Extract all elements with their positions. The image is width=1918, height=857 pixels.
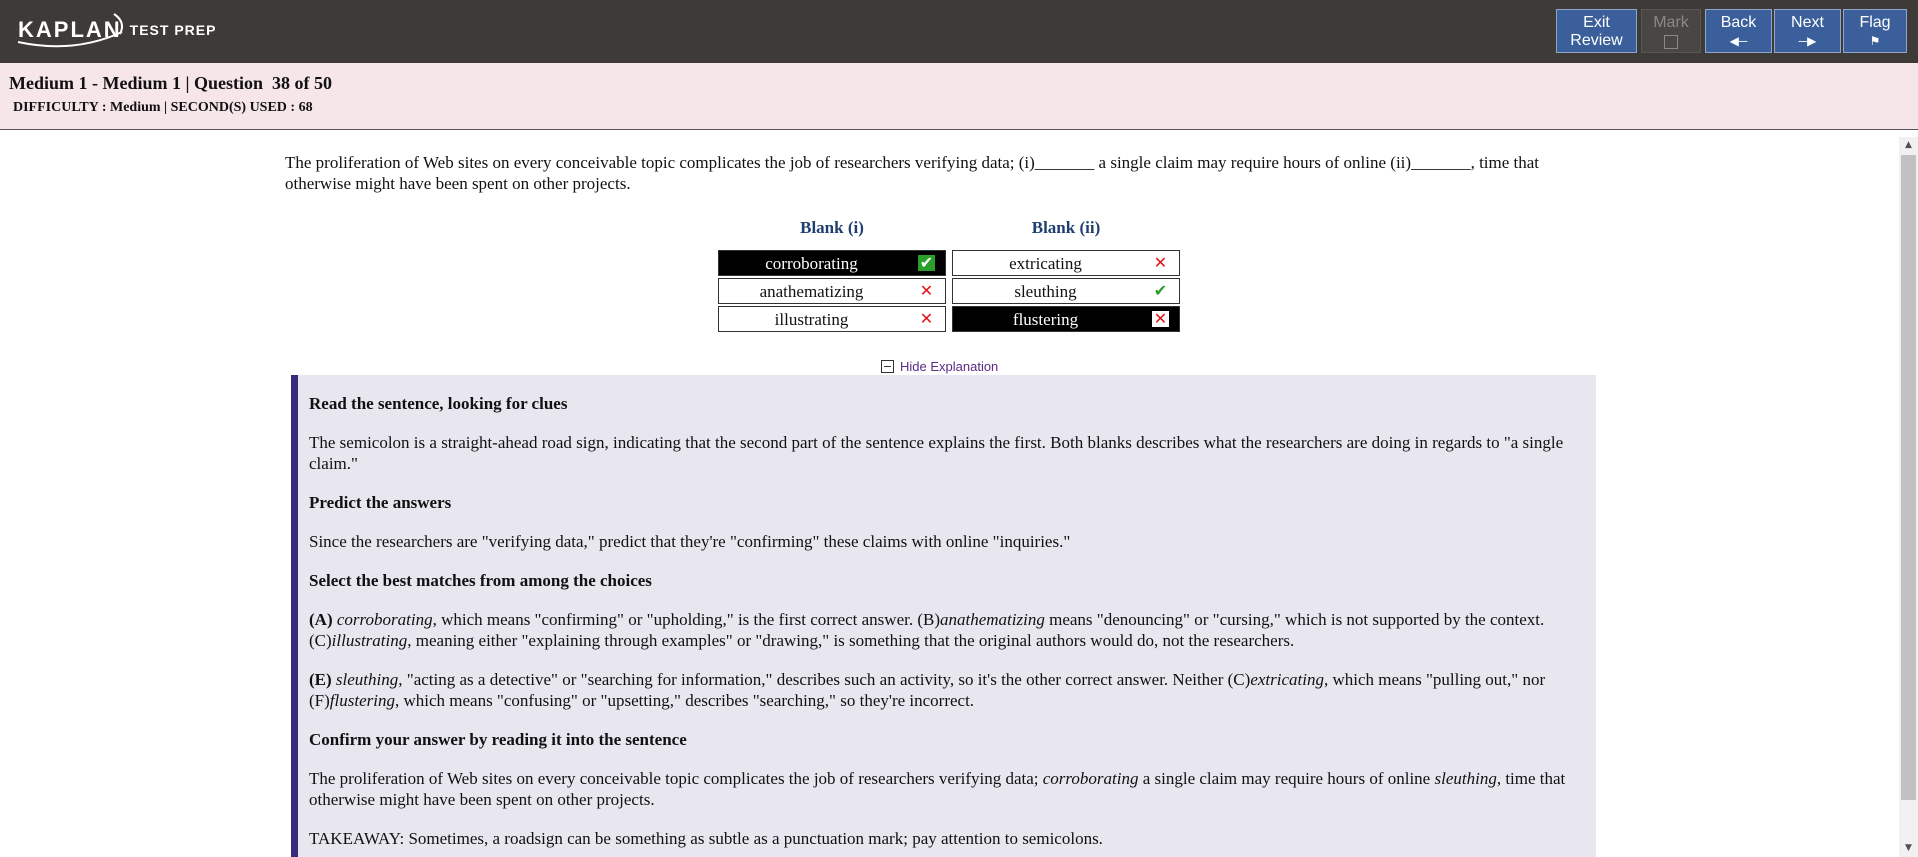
- hide-explanation-link[interactable]: Hide Explanation: [881, 359, 998, 374]
- arrow-right-icon: ─▶: [1798, 34, 1817, 48]
- explanation-paragraph-5: The proliferation of Web sites on every …: [309, 768, 1584, 810]
- back-button[interactable]: Back ◀─: [1705, 9, 1772, 53]
- choice-label: illustrating: [774, 310, 849, 329]
- mark-label: Mark: [1653, 14, 1689, 31]
- mark-checkbox-icon: [1664, 35, 1678, 49]
- term: sleuthing: [335, 670, 399, 689]
- text: The proliferation of Web sites on every …: [309, 769, 1043, 788]
- top-toolbar: KAPLAN TEST PREP Exit Review Mark Back ◀…: [0, 0, 1918, 63]
- back-label: Back: [1720, 14, 1757, 31]
- explanation-paragraph-2: Since the researchers are "verifying dat…: [309, 532, 1071, 551]
- question-title: Medium 1 - Medium 1 | Question 38 of 50: [9, 73, 332, 93]
- incorrect-x-icon: ✕: [919, 281, 934, 300]
- term: anathematizing: [940, 610, 1045, 629]
- question-meta: DIFFICULTY : Medium | SECOND(S) USED : 6…: [13, 100, 313, 115]
- choice-label: extricating: [1009, 254, 1082, 273]
- incorrect-x-icon: ✕: [1152, 309, 1169, 328]
- choice-label: anathematizing: [759, 282, 864, 301]
- scroll-up-arrow-icon[interactable]: ▲: [1899, 137, 1918, 154]
- scroll-thumb[interactable]: [1901, 155, 1916, 800]
- text: , meaning either "explaining through exa…: [407, 631, 1295, 650]
- text: , which means "confusing" or "upsetting,…: [394, 691, 975, 710]
- term: flustering: [329, 691, 395, 710]
- text: , which means "confirming" or "upholding…: [432, 610, 940, 629]
- mark-button[interactable]: Mark: [1641, 9, 1701, 53]
- kaplan-logo: KAPLAN TEST PREP: [17, 12, 217, 48]
- blank-i-choice-corroborating[interactable]: corroborating ✔: [718, 250, 946, 276]
- arrow-left-icon: ◀─: [1729, 34, 1748, 48]
- logo-subtitle: TEST PREP: [129, 22, 217, 38]
- flag-label: Flag: [1859, 14, 1891, 31]
- explanation-heading-4: Confirm your answer by reading it into t…: [309, 730, 687, 749]
- vertical-scrollbar[interactable]: ▲ ▼: [1899, 137, 1918, 857]
- term: illustrating: [331, 631, 408, 650]
- blank-i-header: Blank (i): [800, 218, 864, 237]
- collapse-minus-icon: [881, 360, 894, 373]
- takeaway: TAKEAWAY: Sometimes, a roadsign can be s…: [309, 829, 1103, 848]
- flag-icon: ⚑: [1869, 34, 1881, 48]
- incorrect-x-icon: ✕: [919, 309, 934, 328]
- explanation-heading-1: Read the sentence, looking for clues: [309, 394, 568, 413]
- blank-ii-header: Blank (ii): [1031, 218, 1101, 237]
- text: , "acting as a detective" or "searching …: [398, 670, 1251, 689]
- question-stem: The proliferation of Web sites on every …: [285, 153, 1540, 193]
- choice-label: flustering: [1012, 310, 1079, 329]
- term: corroborating: [1042, 769, 1139, 788]
- correct-check-icon: ✔: [1153, 281, 1168, 300]
- answer-label: (E): [309, 670, 332, 689]
- answer-label: (A): [309, 610, 333, 629]
- blank-ii-choice-sleuthing[interactable]: sleuthing ✔: [952, 278, 1180, 304]
- explanation-paragraph-1: The semicolon is a straight-ahead road s…: [309, 433, 1564, 473]
- scroll-down-arrow-icon[interactable]: ▼: [1899, 840, 1918, 857]
- blank-i-choice-illustrating[interactable]: illustrating ✕: [718, 306, 946, 332]
- term: corroborating: [336, 610, 433, 629]
- explanation-heading-3: Select the best matches from among the c…: [309, 571, 652, 590]
- choice-label: sleuthing: [1014, 282, 1077, 301]
- text: a single claim may require hours of onli…: [1138, 769, 1435, 788]
- flag-button[interactable]: Flag ⚑: [1843, 9, 1907, 53]
- term: extricating: [1250, 670, 1324, 689]
- hide-explanation-label: Hide Explanation: [900, 359, 999, 374]
- next-button[interactable]: Next ─▶: [1774, 9, 1841, 53]
- logo-swoosh-icon: [17, 13, 123, 48]
- question-info-band: Medium 1 - Medium 1 | Question 38 of 50 …: [0, 63, 1918, 130]
- term: sleuthing: [1434, 769, 1497, 788]
- explanation-heading-2: Predict the answers: [309, 493, 452, 512]
- explanation-paragraph-3: (A) corroborating, which means "confirmi…: [309, 609, 1584, 651]
- blank-i-choice-anathematizing[interactable]: anathematizing ✕: [718, 278, 946, 304]
- exit-review-line2: Review: [1570, 32, 1623, 49]
- exit-review-line1: Exit: [1583, 14, 1610, 31]
- exit-review-button[interactable]: Exit Review: [1556, 9, 1637, 53]
- correct-check-icon: ✔: [918, 253, 935, 272]
- blank-ii-choice-flustering[interactable]: flustering ✕: [952, 306, 1180, 332]
- explanation-panel: Read the sentence, looking for clues The…: [291, 375, 1596, 857]
- blank-ii-choice-extricating[interactable]: extricating ✕: [952, 250, 1180, 276]
- incorrect-x-icon: ✕: [1153, 253, 1168, 272]
- next-label: Next: [1791, 14, 1824, 31]
- choice-label: corroborating: [765, 254, 858, 273]
- explanation-paragraph-4: (E) sleuthing, "acting as a detective" o…: [309, 669, 1584, 711]
